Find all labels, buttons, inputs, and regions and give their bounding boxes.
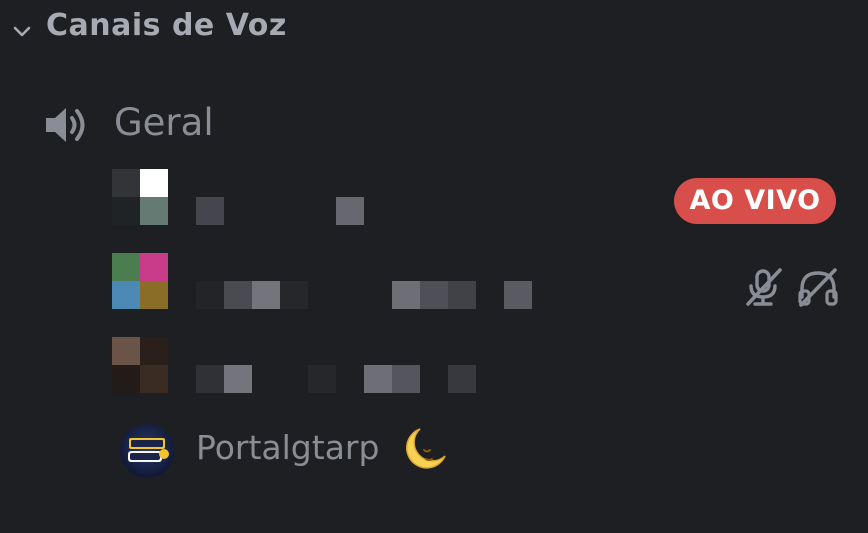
category-header-voice[interactable]: Canais de Voz [0,0,868,58]
live-badge: AO VIVO [674,178,836,224]
chevron-down-icon [13,26,31,37]
voice-member[interactable] [112,337,852,393]
voice-channel-geral[interactable]: Geral [30,96,850,156]
voice-channel-panel: Canais de Voz Geral AO VIVO Portalgtarp [0,0,868,533]
member-name: Portalgtarp [196,428,380,467]
channel-name: Geral [114,101,214,144]
category-label: Canais de Voz [46,8,287,43]
member-name-redacted [112,281,712,309]
avatar [120,424,174,478]
voice-member[interactable] [112,253,852,309]
moon-face-icon [406,428,446,469]
member-name-redacted [112,365,712,393]
speaker-icon [46,108,85,142]
muted-mic-icon [746,268,782,306]
voice-member-portalgtarp[interactable]: Portalgtarp [112,424,852,480]
deafened-headphones-icon [798,268,838,307]
member-name-redacted [112,197,712,225]
portal-logo-icon [128,438,169,462]
voice-member[interactable]: AO VIVO [112,169,852,225]
